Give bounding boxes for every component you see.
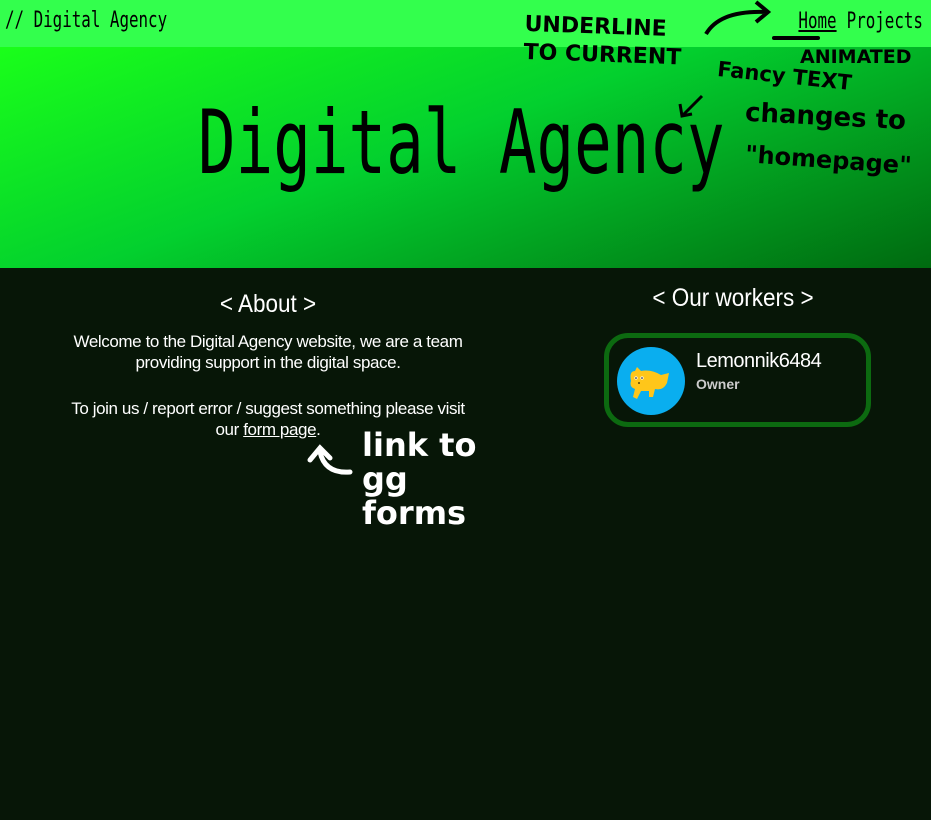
- arrow-icon: [307, 444, 353, 475]
- cat-icon: [630, 367, 669, 399]
- nav-link-projects[interactable]: Projects: [847, 9, 923, 34]
- worker-card: Lemonnik6484 Owner: [604, 333, 871, 427]
- about-heading: < About >: [219, 290, 317, 318]
- hero-title: Digital Agency: [198, 91, 725, 194]
- annotation-underline: UNDERLINE TO CURRENT: [523, 11, 682, 71]
- nav-links: Home Projects: [788, 9, 923, 34]
- worker-role: Owner: [696, 376, 740, 392]
- avatar: [617, 347, 685, 415]
- workers-section: < Our workers >: [583, 284, 883, 313]
- worker-name: Lemonnik6484: [696, 350, 822, 372]
- annotation-changes-to: changes to: [744, 97, 907, 137]
- arrow-icon: [704, 0, 772, 36]
- nav-link-home[interactable]: Home: [798, 9, 836, 34]
- about-intro: Welcome to the Digital Agency website, w…: [73, 332, 463, 372]
- annotation-link: link to gg forms: [362, 426, 477, 532]
- workers-heading: < Our workers >: [652, 284, 814, 312]
- annotation-underline-stroke: [772, 36, 820, 40]
- annotation-animated: ANIMATED: [800, 46, 912, 68]
- brand-logo[interactable]: // Digital Agency: [5, 8, 167, 33]
- form-page-link[interactable]: form page: [243, 420, 316, 439]
- arrow-icon: [678, 94, 704, 118]
